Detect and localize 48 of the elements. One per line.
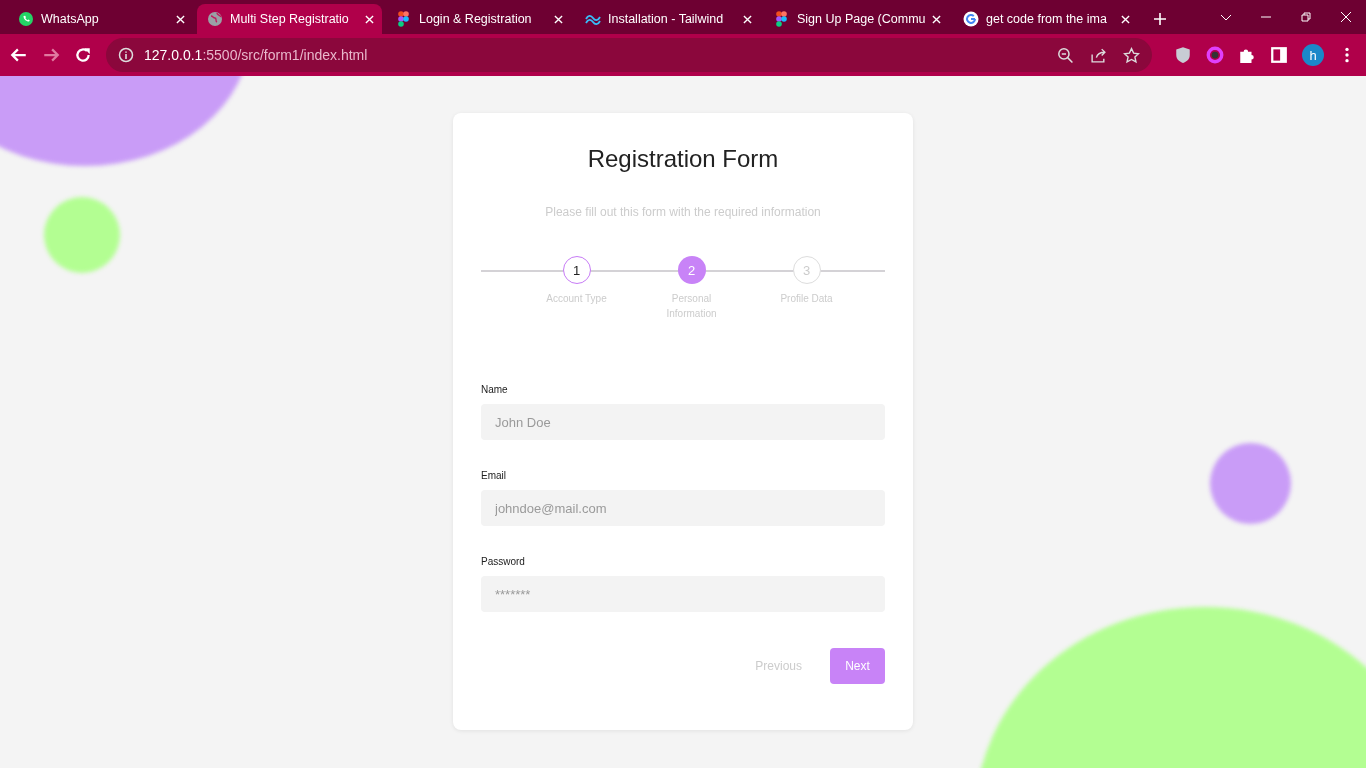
input-field[interactable]: John Doe [481,404,885,440]
figma-icon [396,11,412,27]
close-icon[interactable] [365,14,374,24]
star-icon[interactable] [1123,46,1140,64]
chat-bubble-icon [18,11,34,27]
tab-title: get code from the ima [986,12,1108,26]
tab-title: Installation - Tailwind [608,12,725,26]
step-number: 2 [677,256,706,284]
new-tab-icon[interactable] [1154,13,1166,25]
globe-icon [207,11,223,27]
address-bar[interactable]: 127.0.0.1:5500/src/form1/index.html [106,38,1152,72]
google-g-icon [963,11,979,27]
tab-title: WhatsApp [41,12,100,26]
restore-icon[interactable] [1300,11,1312,23]
tab-title: Login & Registration [419,12,533,26]
close-icon[interactable] [743,14,752,24]
close-icon[interactable] [1340,11,1352,23]
field-label: Name [481,384,509,395]
info-icon [118,47,134,63]
shield-icon[interactable] [1174,46,1192,64]
zoom-out-icon[interactable] [1057,46,1074,64]
input-field[interactable]: johndoe@mail.com [481,490,885,526]
close-icon[interactable] [932,14,941,24]
reload-icon[interactable] [74,46,92,64]
close-icon[interactable] [554,14,563,24]
browser-tab[interactable]: WhatsApp [8,4,193,34]
share-icon[interactable] [1090,46,1107,64]
browser-tab[interactable]: Sign Up Page (Commu [764,4,949,34]
browser-tab[interactable]: get code from the ima [953,4,1138,34]
browser-tab[interactable]: Login & Registration [386,4,571,34]
form-title: Registration Form [587,145,779,173]
side-panel-icon[interactable] [1270,46,1288,64]
tab-title: Multi Step Registratio [230,12,350,26]
profile-avatar[interactable]: h [1302,44,1324,66]
url-text: 127.0.0.1:5500/src/form1/index.html [144,47,368,63]
step-number: 1 [562,256,591,284]
browser-tab[interactable]: Multi Step Registratio [197,4,382,34]
field-label: Email [481,470,507,481]
input-field[interactable]: ******* [481,576,885,612]
forward-arrow-icon[interactable] [42,46,60,64]
field-label: Password [481,556,526,567]
figma-icon [774,11,790,27]
close-icon[interactable] [176,14,185,24]
browser-tab[interactable]: Installation - Tailwind [575,4,760,34]
close-icon[interactable] [1121,14,1130,24]
back-arrow-icon[interactable] [10,46,28,64]
tab-title: Sign Up Page (Commu [797,12,925,26]
color-ring-icon[interactable] [1206,46,1224,64]
